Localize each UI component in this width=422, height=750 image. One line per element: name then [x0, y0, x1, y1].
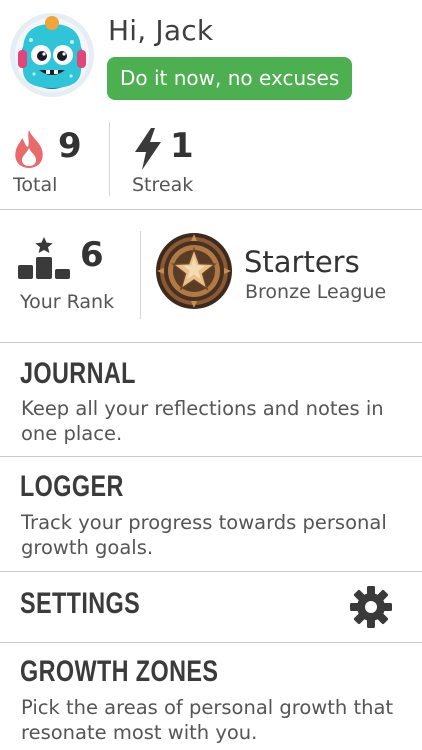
stat-divider [109, 122, 110, 196]
journal-menu-item[interactable]: JOURNAL Keep all your reflections and no… [0, 342, 422, 457]
growth-zones-menu-item[interactable]: GROWTH ZONES Pick the areas of personal … [0, 643, 422, 750]
league-name: Starters [244, 245, 360, 279]
settings-title: SETTINGS [20, 587, 141, 620]
league-tier: Bronze League [245, 281, 387, 303]
total-count: 9 [58, 126, 82, 166]
settings-menu-item[interactable]: SETTINGS [0, 572, 422, 643]
streak-label: Streak [132, 174, 194, 196]
monster-avatar-icon[interactable] [9, 12, 95, 98]
gear-icon[interactable] [348, 584, 394, 630]
total-label: Total [13, 174, 58, 196]
motto-badge: Do it now, no excuses [107, 57, 353, 100]
rank-value: 6 [80, 235, 104, 275]
logger-title: LOGGER [20, 470, 124, 503]
greeting-text: Hi, Jack [108, 14, 214, 47]
profile-header: Hi, Jack Do it now, no excuses [0, 0, 422, 112]
logger-description: Track your progress towards personal gro… [21, 511, 387, 559]
growth-zones-description: Pick the areas of personal growth that r… [21, 696, 394, 744]
rank-label: Your Rank [20, 291, 115, 313]
flame-icon [10, 128, 48, 170]
stats-row: 9 Total 1 Streak [0, 112, 422, 210]
lightning-icon [131, 126, 165, 172]
rank-divider [140, 231, 141, 319]
rank-section[interactable]: 6 Your Rank Starters Bronze League [0, 209, 422, 343]
journal-description: Keep all your reflections and notes in o… [21, 397, 384, 445]
streak-count: 1 [170, 126, 194, 166]
journal-title: JOURNAL [20, 357, 136, 390]
growth-zones-title: GROWTH ZONES [20, 655, 219, 688]
podium-star-icon [18, 235, 70, 281]
bronze-star-badge-icon [154, 231, 234, 311]
logger-menu-item[interactable]: LOGGER Track your progress towards perso… [0, 457, 422, 572]
